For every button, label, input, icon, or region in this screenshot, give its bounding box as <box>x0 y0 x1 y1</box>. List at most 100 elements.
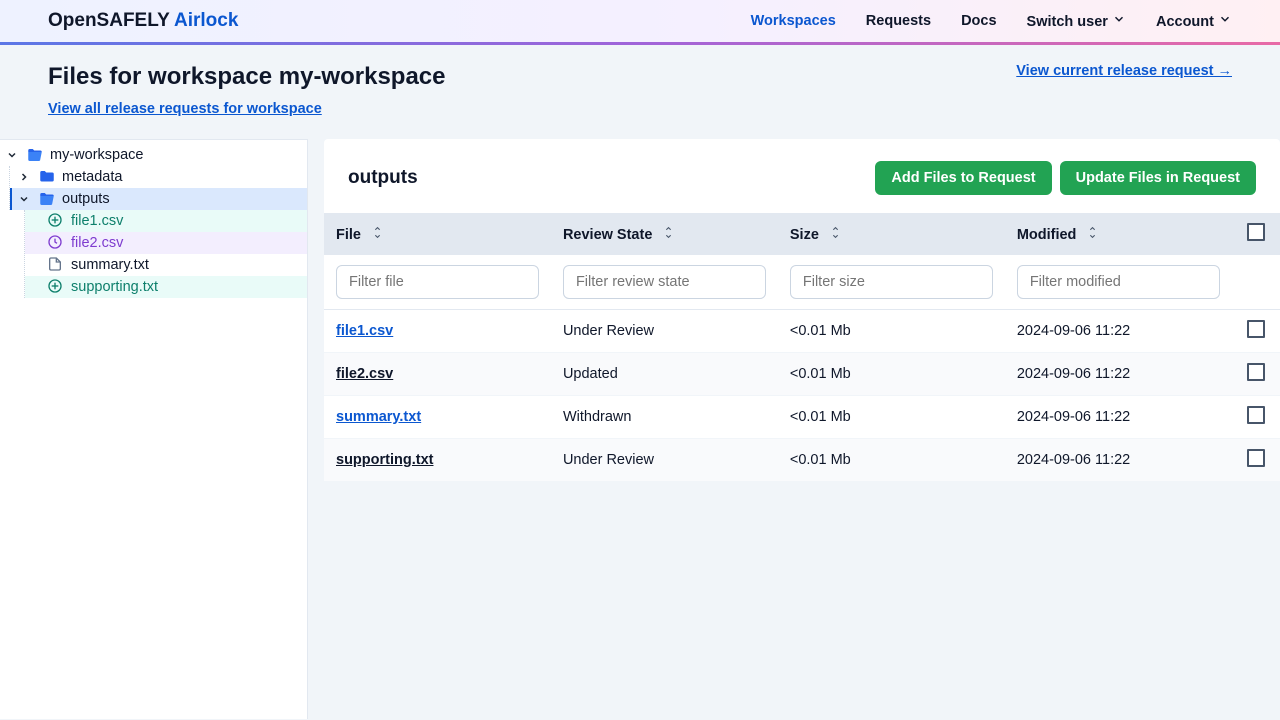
tree-file-supporting[interactable]: supporting.txt <box>25 276 307 298</box>
brand-name-a: OpenSAFELY <box>48 10 174 31</box>
top-nav: OpenSAFELY Airlock Workspaces Requests D… <box>0 0 1280 45</box>
cell-review: Under Review <box>551 439 778 482</box>
tree-file-summary[interactable]: summary.txt <box>25 254 307 276</box>
cell-review: Under Review <box>551 310 778 353</box>
cell-modified: 2024-09-06 11:22 <box>1005 439 1232 482</box>
row-checkbox[interactable] <box>1247 363 1265 381</box>
tree-folder-label: outputs <box>62 191 110 207</box>
cell-modified: 2024-09-06 11:22 <box>1005 353 1232 396</box>
nav-docs[interactable]: Docs <box>961 13 996 29</box>
col-label: Modified <box>1017 227 1077 243</box>
folder-open-icon <box>38 190 56 208</box>
table-filter-row <box>324 255 1280 310</box>
brand[interactable]: OpenSAFELY Airlock <box>48 10 238 32</box>
cell-review: Updated <box>551 353 778 396</box>
table-row: supporting.txt Under Review<0.01 Mb2024-0… <box>324 439 1280 482</box>
nav-workspaces[interactable]: Workspaces <box>751 13 836 29</box>
link-all-requests[interactable]: View all release requests for workspace <box>48 101 322 117</box>
chevron-down-icon <box>1112 12 1126 26</box>
tree-folder-metadata[interactable]: metadata <box>10 166 307 188</box>
chevron-right-icon <box>18 171 32 183</box>
table-header-row: File Review State Size Modified <box>324 213 1280 255</box>
filter-file-input[interactable] <box>336 265 539 299</box>
plus-circle-icon <box>47 212 65 230</box>
tree-file-label: supporting.txt <box>71 279 158 295</box>
tree-file-file2[interactable]: file2.csv <box>25 232 307 254</box>
tree-root[interactable]: my-workspace <box>0 144 307 166</box>
files-table: File Review State Size Modified <box>324 213 1280 482</box>
tree-folder-outputs[interactable]: outputs <box>10 188 307 210</box>
file-link[interactable]: supporting.txt <box>336 452 433 468</box>
cell-modified: 2024-09-06 11:22 <box>1005 310 1232 353</box>
content-pane: outputs Add Files to Request Update File… <box>308 139 1280 719</box>
col-header-file[interactable]: File <box>324 213 551 255</box>
col-label: Review State <box>563 227 652 243</box>
page-header: Files for workspace my-workspace View al… <box>0 45 1280 139</box>
filter-modified-input[interactable] <box>1017 265 1220 299</box>
col-header-modified[interactable]: Modified <box>1005 213 1232 255</box>
page-header-left: Files for workspace my-workspace View al… <box>48 63 446 117</box>
update-files-button[interactable]: Update Files in Request <box>1060 161 1256 195</box>
nav-account-label: Account <box>1156 14 1214 30</box>
tree-children: metadata outputs <box>9 166 307 210</box>
chevron-down-icon <box>6 149 20 161</box>
col-label: Size <box>790 227 819 243</box>
row-checkbox[interactable] <box>1247 449 1265 467</box>
sort-icon <box>1086 226 1099 239</box>
table-row: file2.csv Updated<0.01 Mb2024-09-06 11:22 <box>324 353 1280 396</box>
cell-size: <0.01 Mb <box>778 396 1005 439</box>
plus-circle-icon <box>47 278 65 296</box>
col-header-size[interactable]: Size <box>778 213 1005 255</box>
checkbox-icon <box>1247 223 1265 241</box>
main-split: my-workspace metadata outputs <box>0 139 1280 719</box>
file-tree: my-workspace metadata outputs <box>0 139 308 719</box>
tree-file-label: file2.csv <box>71 235 123 251</box>
tree-outputs-files: file1.csv file2.csv summary.txt supporti… <box>24 210 307 298</box>
sort-icon <box>371 226 384 239</box>
cell-size: <0.01 Mb <box>778 439 1005 482</box>
cell-review: Withdrawn <box>551 396 778 439</box>
row-checkbox[interactable] <box>1247 320 1265 338</box>
folder-title: outputs <box>348 167 418 189</box>
tree-file-label: file1.csv <box>71 213 123 229</box>
sort-icon <box>662 226 675 239</box>
chevron-down-icon <box>1218 12 1232 26</box>
nav-switch-user-label: Switch user <box>1027 14 1108 30</box>
chevron-down-icon <box>18 193 32 205</box>
sort-icon <box>829 226 842 239</box>
tree-root-label: my-workspace <box>50 147 143 163</box>
file-link[interactable]: summary.txt <box>336 409 421 425</box>
folder-card-head: outputs Add Files to Request Update File… <box>324 139 1280 213</box>
add-files-button[interactable]: Add Files to Request <box>875 161 1051 195</box>
file-link[interactable]: file1.csv <box>336 323 393 339</box>
nav-requests[interactable]: Requests <box>866 13 931 29</box>
table-row: file1.csv Under Review<0.01 Mb2024-09-06 … <box>324 310 1280 353</box>
file-icon <box>47 256 65 274</box>
tree-file-file1[interactable]: file1.csv <box>25 210 307 232</box>
page-title: Files for workspace my-workspace <box>48 63 446 91</box>
folder-open-icon <box>26 146 44 164</box>
folder-card: outputs Add Files to Request Update File… <box>324 139 1280 482</box>
table-body: file1.csvUnder Review<0.01 Mb2024-09-06 … <box>324 310 1280 482</box>
col-header-select-all[interactable] <box>1232 213 1280 255</box>
tree-file-label: summary.txt <box>71 257 149 273</box>
filter-size-input[interactable] <box>790 265 993 299</box>
nav-links: Workspaces Requests Docs Switch user Acc… <box>751 12 1232 30</box>
folder-actions: Add Files to Request Update Files in Req… <box>875 161 1256 195</box>
folder-icon <box>38 168 56 186</box>
table-row: summary.txt Withdrawn<0.01 Mb2024-09-06 1… <box>324 396 1280 439</box>
col-header-review[interactable]: Review State <box>551 213 778 255</box>
file-link[interactable]: file2.csv <box>336 366 393 382</box>
nav-account[interactable]: Account <box>1156 12 1232 30</box>
cell-size: <0.01 Mb <box>778 310 1005 353</box>
filter-review-input[interactable] <box>563 265 766 299</box>
nav-switch-user[interactable]: Switch user <box>1027 12 1126 30</box>
brand-name-b: Airlock <box>174 10 238 31</box>
cell-size: <0.01 Mb <box>778 353 1005 396</box>
link-current-request[interactable]: View current release request → <box>1016 63 1232 79</box>
row-checkbox[interactable] <box>1247 406 1265 424</box>
refresh-icon <box>47 234 65 252</box>
tree-folder-label: metadata <box>62 169 122 185</box>
cell-modified: 2024-09-06 11:22 <box>1005 396 1232 439</box>
col-label: File <box>336 227 361 243</box>
